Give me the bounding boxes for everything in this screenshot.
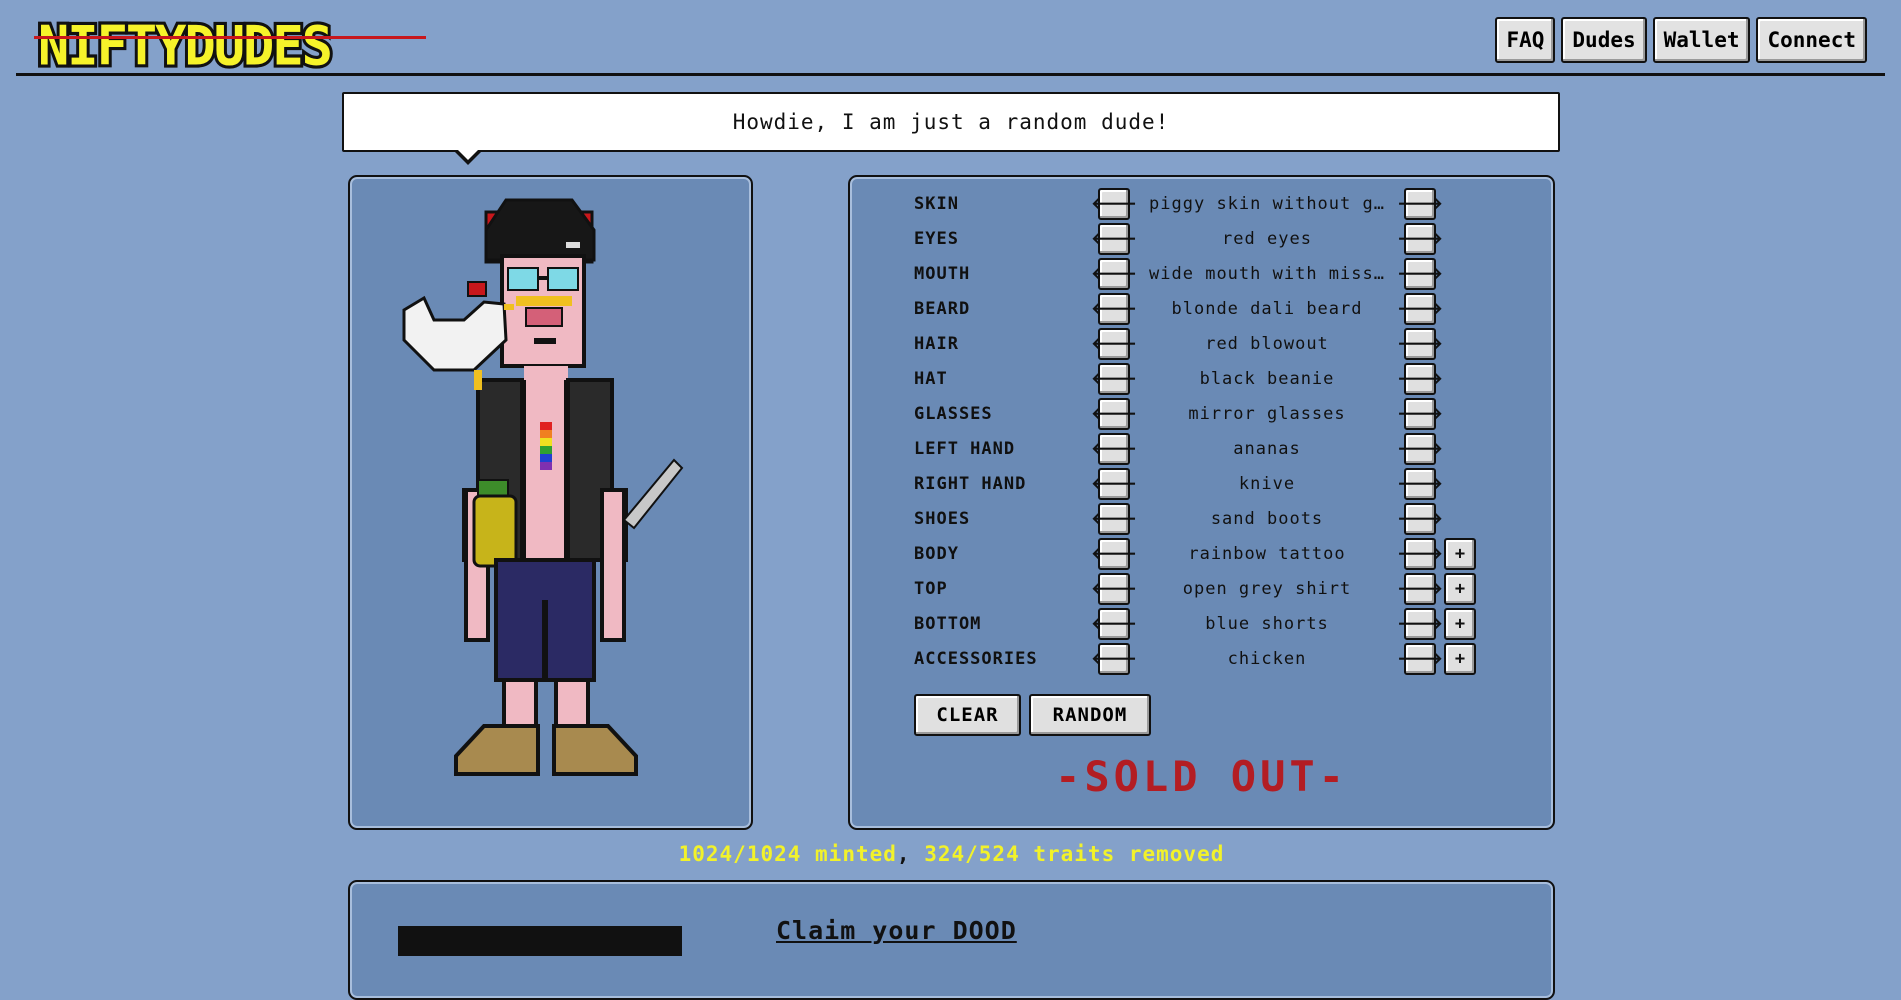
trait-value: wide mouth with miss… <box>1149 263 1385 284</box>
claim-thumbnail <box>398 926 682 956</box>
header-divider <box>16 73 1885 76</box>
trait-value: knive <box>1238 473 1296 494</box>
trait-row-skin: SKIN 🡐 piggy skin without g… 🡒 <box>914 186 1443 221</box>
trait-prev-button[interactable]: 🡐 <box>1091 467 1137 500</box>
niftydudes-logo[interactable]: NIFTYDUDES NIFTYDUDES <box>34 14 426 72</box>
trait-value: red eyes <box>1222 228 1312 249</box>
trait-next-button[interactable]: 🡒 <box>1397 187 1443 220</box>
trait-prev-button[interactable]: 🡐 <box>1091 257 1137 290</box>
trait-label: ACCESSORIES <box>914 648 1038 669</box>
trait-label: EYES <box>914 228 959 249</box>
stats-separator: , <box>896 842 911 866</box>
trait-value: chicken <box>1227 648 1307 669</box>
trait-row-hair: HAIR 🡐 red blowout 🡒 <box>914 326 1443 361</box>
speech-bubble-tail-fill <box>457 149 479 160</box>
trait-value: piggy skin without g… <box>1149 193 1385 214</box>
trait-add-button[interactable]: + <box>1444 642 1476 675</box>
traits-removed-count: 324/524 traits removed <box>924 842 1225 866</box>
trait-next-button[interactable]: 🡒 <box>1397 432 1443 465</box>
trait-prev-button[interactable]: 🡐 <box>1091 187 1137 220</box>
mint-stats: 1024/1024 minted, 324/524 traits removed <box>348 842 1555 866</box>
trait-row-beard: BEARD 🡐 blonde dali beard 🡒 <box>914 291 1443 326</box>
trait-prev-button[interactable]: 🡐 <box>1091 397 1137 430</box>
trait-value: blue shorts <box>1205 613 1329 634</box>
sold-out-banner: -SOLD OUT- <box>1055 752 1348 801</box>
trait-row-left-hand: LEFT HAND 🡐 ananas 🡒 <box>914 431 1443 466</box>
trait-label: MOUTH <box>914 263 971 284</box>
trait-next-button[interactable]: 🡒 <box>1397 537 1443 570</box>
trait-next-button[interactable]: 🡒 <box>1397 607 1443 640</box>
trait-label: HAT <box>914 368 948 389</box>
trait-label: LEFT HAND <box>914 438 1016 459</box>
trait-row-bottom: BOTTOM 🡐 blue shorts 🡒 + <box>914 606 1476 641</box>
trait-label: RIGHT HAND <box>914 473 1027 494</box>
trait-value: rainbow tattoo <box>1188 543 1346 564</box>
trait-next-button[interactable]: 🡒 <box>1397 642 1443 675</box>
trait-row-mouth: MOUTH 🡐 wide mouth with miss… 🡒 <box>914 256 1443 291</box>
trait-next-button[interactable]: 🡒 <box>1397 362 1443 395</box>
trait-row-body: BODY 🡐 rainbow tattoo 🡒 + <box>914 536 1476 571</box>
trait-row-hat: HAT 🡐 black beanie 🡒 <box>914 361 1443 396</box>
trait-add-button[interactable]: + <box>1444 607 1476 640</box>
trait-value: blonde dali beard <box>1171 298 1363 319</box>
trait-prev-button[interactable]: 🡐 <box>1091 607 1137 640</box>
trait-row-eyes: EYES 🡐 red eyes 🡒 <box>914 221 1443 256</box>
trait-value: ananas <box>1233 438 1301 459</box>
trait-next-button[interactable]: 🡒 <box>1397 257 1443 290</box>
speech-bubble: Howdie, I am just a random dude! <box>342 92 1560 152</box>
claim-title-link[interactable]: Claim your DOOD <box>776 916 1017 945</box>
speech-text: Howdie, I am just a random dude! <box>732 110 1170 134</box>
dude-avatar <box>402 198 684 776</box>
trait-next-button[interactable]: 🡒 <box>1397 222 1443 255</box>
trait-prev-button[interactable]: 🡐 <box>1091 642 1137 675</box>
trait-next-button[interactable]: 🡒 <box>1397 502 1443 535</box>
top-nav: FAQ Dudes Wallet Connect <box>1495 17 1867 63</box>
trait-next-button[interactable]: 🡒 <box>1397 467 1443 500</box>
logo-stripe <box>34 36 426 39</box>
trait-label: BOTTOM <box>914 613 982 634</box>
trait-next-button[interactable]: 🡒 <box>1397 572 1443 605</box>
nav-faq-button[interactable]: FAQ <box>1495 17 1556 63</box>
trait-row-top: TOP 🡐 open grey shirt 🡒 + <box>914 571 1476 606</box>
trait-prev-button[interactable]: 🡐 <box>1091 292 1137 325</box>
trait-next-button[interactable]: 🡒 <box>1397 327 1443 360</box>
trait-label: HAIR <box>914 333 959 354</box>
trait-row-glasses: GLASSES 🡐 mirror glasses 🡒 <box>914 396 1443 431</box>
nav-dudes-button[interactable]: Dudes <box>1561 17 1647 63</box>
trait-label: GLASSES <box>914 403 993 424</box>
trait-value: black beanie <box>1199 368 1335 389</box>
trait-next-button[interactable]: 🡒 <box>1397 397 1443 430</box>
trait-prev-button[interactable]: 🡐 <box>1091 362 1137 395</box>
random-button[interactable]: RANDOM <box>1029 694 1151 736</box>
trait-label: SKIN <box>914 193 959 214</box>
trait-next-button[interactable]: 🡒 <box>1397 292 1443 325</box>
trait-prev-button[interactable]: 🡐 <box>1091 537 1137 570</box>
trait-value: open grey shirt <box>1182 578 1352 599</box>
trait-prev-button[interactable]: 🡐 <box>1091 222 1137 255</box>
logo-text: NIFTYDUDES <box>38 14 331 72</box>
nav-connect-button[interactable]: Connect <box>1756 17 1867 63</box>
trait-label: BODY <box>914 543 959 564</box>
trait-row-right-hand: RIGHT HAND 🡐 knive 🡒 <box>914 466 1443 501</box>
trait-add-button[interactable]: + <box>1444 572 1476 605</box>
trait-label: SHOES <box>914 508 971 529</box>
nav-wallet-button[interactable]: Wallet <box>1652 17 1751 63</box>
trait-row-accessories: ACCESSORIES 🡐 chicken 🡒 + <box>914 641 1476 676</box>
trait-value: sand boots <box>1210 508 1324 529</box>
trait-value: red blowout <box>1205 333 1329 354</box>
minted-count: 1024/1024 minted <box>678 842 897 866</box>
trait-row-shoes: SHOES 🡐 sand boots 🡒 <box>914 501 1443 536</box>
clear-button[interactable]: CLEAR <box>914 694 1021 736</box>
trait-prev-button[interactable]: 🡐 <box>1091 572 1137 605</box>
trait-label: TOP <box>914 578 948 599</box>
trait-prev-button[interactable]: 🡐 <box>1091 502 1137 535</box>
trait-add-button[interactable]: + <box>1444 537 1476 570</box>
trait-label: BEARD <box>914 298 971 319</box>
trait-value: mirror glasses <box>1188 403 1346 424</box>
trait-prev-button[interactable]: 🡐 <box>1091 327 1137 360</box>
trait-prev-button[interactable]: 🡐 <box>1091 432 1137 465</box>
